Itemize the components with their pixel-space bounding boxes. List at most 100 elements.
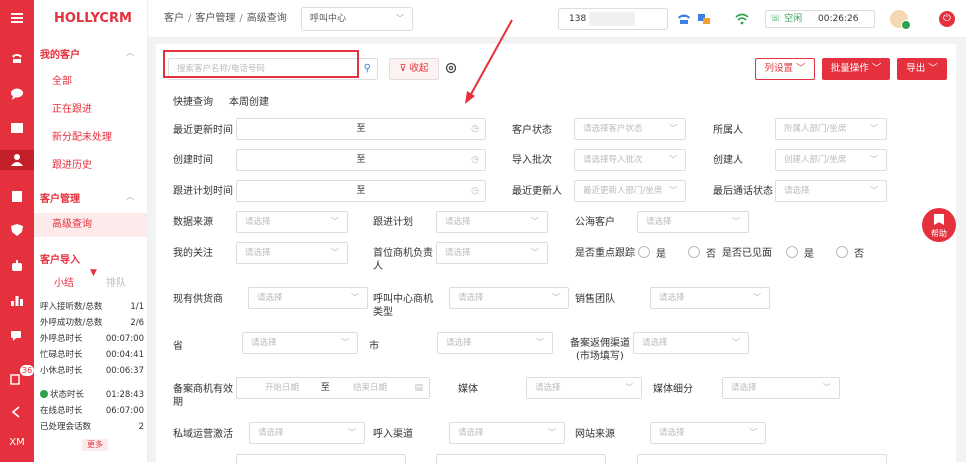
rebate-channel-select[interactable]: 请选择 ﹀: [633, 332, 749, 354]
sales-team-select[interactable]: 请选择 ﹀: [650, 287, 770, 309]
city-select[interactable]: 请选择 ﹀: [437, 332, 553, 354]
more-button[interactable]: 更多: [82, 439, 108, 451]
chevron-down-icon: ﹀: [870, 124, 878, 133]
met-no-radio[interactable]: [836, 246, 848, 258]
label-key-follow: 是否重点跟踪: [575, 248, 635, 259]
label-sales-team: 销售团队: [575, 294, 615, 305]
follow-plan-time-range[interactable]: 至 ◷: [236, 180, 486, 202]
clock-icon: ◷: [471, 124, 479, 134]
column-settings-button[interactable]: 列设置 ﹀: [755, 58, 815, 80]
collapse-button[interactable]: ⊽ 收起: [389, 58, 439, 80]
sidebar: HOLLYCRM 我的客户 ︿ 全部 正在跟进 新分配未处理 跟进历史 客户管理…: [34, 0, 148, 462]
batch-operation-button[interactable]: 批量操作 ﹀: [822, 58, 890, 80]
recent-updater-select[interactable]: 最近更新人部门/坐席 ﹀: [574, 180, 686, 202]
current-supplier-select[interactable]: 请选择 ﹀: [248, 287, 368, 309]
customer-icon[interactable]: [0, 150, 34, 170]
chevron-down-icon: ﹀: [870, 186, 878, 195]
help-float-button[interactable]: 帮助: [922, 208, 956, 242]
transfer-icon[interactable]: [696, 11, 712, 27]
sidebar-group-customer-mgmt[interactable]: 客户管理: [40, 190, 80, 205]
collapse-icon[interactable]: [0, 402, 34, 422]
breadcrumb: 客户 / 客户管理 / 高级查询: [164, 13, 287, 24]
label-valid-period: 备案商机有效期: [173, 384, 233, 408]
search-input[interactable]: 搜索客户名称/电话号码 ⚲: [168, 58, 378, 80]
last-call-status-select[interactable]: 请选择 ﹀: [775, 180, 887, 202]
call-channel-select[interactable]: 请选择 ﹀: [449, 422, 565, 444]
label-create-time: 创建时间: [173, 155, 213, 166]
sidebar-item-follow-history[interactable]: 跟进历史: [34, 154, 148, 178]
chevron-down-icon: ﹀: [351, 293, 359, 302]
met-yes-radio[interactable]: [786, 246, 798, 258]
create-time-range[interactable]: 至 ◷: [236, 149, 486, 171]
label-private-activation: 私域运营激活: [173, 429, 233, 440]
media-detail-select[interactable]: 请选择 ﹀: [722, 377, 840, 399]
private-activation-select[interactable]: 请选择 ﹀: [249, 422, 365, 444]
shield-icon[interactable]: [0, 220, 34, 240]
call-center-select[interactable]: 呼叫中心 ﹀: [301, 7, 413, 31]
my-follow-select[interactable]: 请选择 ﹀: [236, 242, 348, 264]
label-recent-updater: 最近更新人: [512, 186, 562, 197]
label-follow-plan: 跟进计划: [373, 217, 413, 228]
sidebar-group-import[interactable]: 客户导入: [40, 251, 80, 266]
tab-queue[interactable]: 排队: [106, 274, 126, 289]
owner-select[interactable]: 所属人部门/坐席 ﹀: [775, 118, 887, 140]
media-select[interactable]: 请选择 ﹀: [526, 377, 642, 399]
province-select[interactable]: 请选择 ﹀: [242, 332, 358, 354]
label-province: 省: [173, 341, 183, 352]
avatar[interactable]: [890, 10, 911, 30]
creator-select[interactable]: 创建人部门/坐席 ﹀: [775, 149, 887, 171]
grid-icon[interactable]: [0, 118, 34, 138]
online-dot-icon: [40, 390, 48, 398]
follow-plan-select[interactable]: 请选择 ﹀: [436, 211, 548, 233]
bookmark-icon: [934, 214, 944, 225]
stat-row: 外呼总时长 00:07:00: [40, 334, 144, 344]
next-row-input[interactable]: [436, 454, 606, 464]
key-follow-yes-radio[interactable]: [638, 246, 650, 258]
customer-status-select[interactable]: 请选择客户状态 ﹀: [574, 118, 686, 140]
call-center-type-select[interactable]: 请选择 ﹀: [449, 287, 569, 309]
quick-this-week[interactable]: 本周创建: [229, 93, 269, 108]
tab-summary[interactable]: 小结: [54, 274, 74, 289]
agent-status[interactable]: ☏ 空闲 00:26:26: [765, 10, 875, 28]
recent-update-range[interactable]: 至 ◷: [236, 118, 486, 140]
data-source-select[interactable]: 请选择 ﹀: [236, 211, 348, 233]
chat-icon[interactable]: [0, 84, 34, 104]
next-row-input[interactable]: [637, 454, 887, 464]
phone-input[interactable]: 138: [558, 8, 668, 30]
sidebar-item-following[interactable]: 正在跟进: [34, 98, 148, 122]
valid-period-range[interactable]: 开始日期至结束日期 ▤: [236, 377, 430, 399]
clock-icon: ◷: [471, 186, 479, 196]
chevron-down-icon: ﹀: [552, 293, 560, 302]
chevron-down-icon: ﹀: [669, 155, 677, 164]
phone-book-icon[interactable]: [0, 48, 34, 68]
chevron-up-icon[interactable]: ︿: [126, 47, 134, 58]
label-data-source: 数据来源: [173, 217, 213, 228]
export-button[interactable]: 导出 ﹀: [897, 58, 947, 80]
next-row-input[interactable]: [236, 454, 406, 464]
site-source-select[interactable]: 请选择 ﹀: [650, 422, 766, 444]
sidebar-item-new-unprocessed[interactable]: 新分配未处理: [34, 126, 148, 150]
import-batch-select[interactable]: 请选择导入批次 ﹀: [574, 149, 686, 171]
message-icon[interactable]: [0, 326, 34, 346]
public-customer-select[interactable]: 请选择 ﹀: [637, 211, 749, 233]
sidebar-group-my-customers[interactable]: 我的客户: [40, 46, 80, 61]
bar-chart-icon[interactable]: [0, 290, 34, 310]
chevron-up-icon[interactable]: ︿: [126, 191, 134, 202]
notification-badge: 36: [20, 365, 35, 376]
robot-icon[interactable]: [0, 256, 34, 276]
power-icon[interactable]: ⏻: [939, 11, 955, 27]
chevron-down-icon: ﹀: [331, 217, 339, 226]
first-merchant-select[interactable]: 请选择 ﹀: [436, 242, 548, 264]
clipboard-icon[interactable]: [0, 186, 34, 206]
sidebar-item-advanced-query[interactable]: 高级查询: [34, 213, 148, 237]
stat-row: 外呼成功数/总数 2/6: [40, 318, 144, 328]
stat-row: 在线总时长 06:07:00: [40, 406, 144, 416]
label-media-detail: 媒体细分: [653, 384, 693, 395]
key-follow-no-radio[interactable]: [688, 246, 700, 258]
user-initials[interactable]: XM: [0, 432, 34, 452]
chevron-down-icon: ﹀: [669, 186, 677, 195]
dial-icon[interactable]: [676, 11, 692, 27]
menu-icon[interactable]: [0, 8, 34, 28]
gear-icon[interactable]: [444, 61, 458, 75]
sidebar-item-all[interactable]: 全部: [34, 70, 148, 94]
